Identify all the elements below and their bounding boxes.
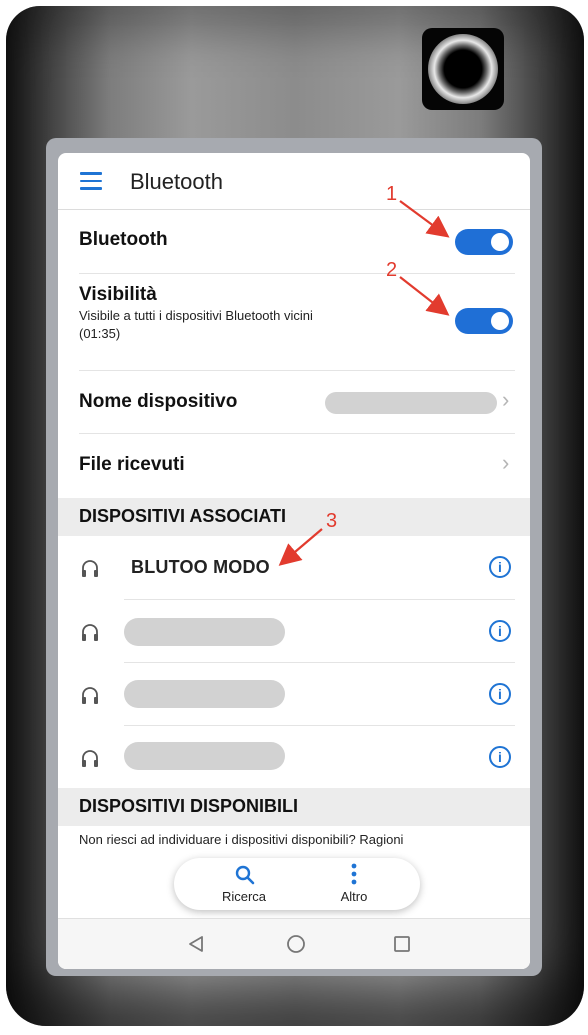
annotation-number-2: 2	[386, 259, 398, 281]
phone-screen: Bluetooth Bluetooth Visibilità Visibile …	[58, 153, 530, 969]
annotation-arrow-1	[399, 200, 450, 238]
annotation-arrow-2	[399, 276, 450, 316]
camera-lens	[428, 34, 498, 104]
camera	[422, 28, 504, 110]
annotation-number-3: 3	[326, 510, 338, 532]
annotation-arrow-3	[278, 528, 323, 566]
annotation-overlay	[278, 200, 450, 566]
annotation-number-1: 1	[386, 183, 398, 205]
